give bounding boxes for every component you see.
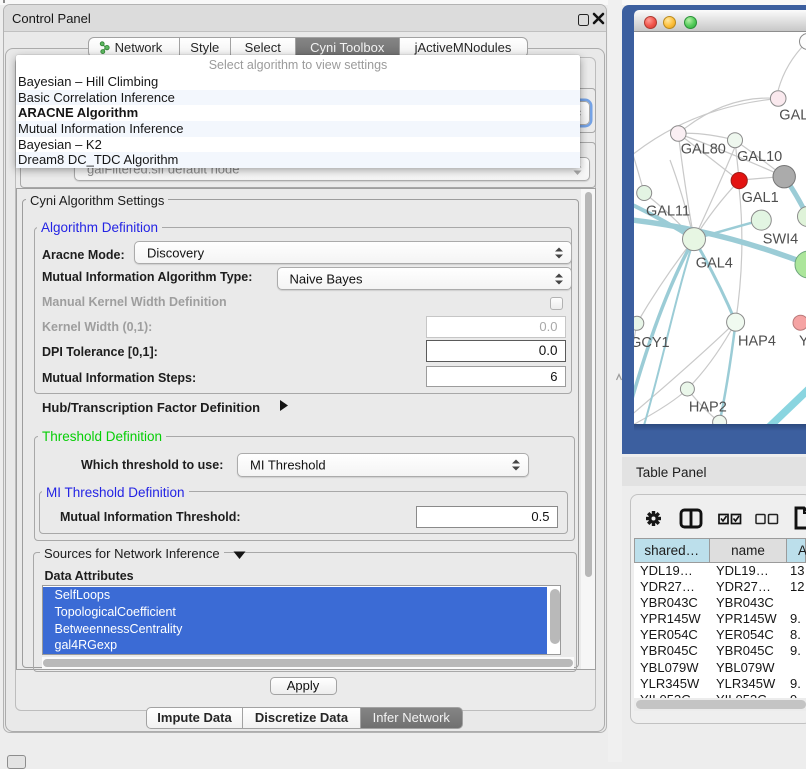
svg-text:GAL80: GAL80 bbox=[680, 141, 725, 157]
svg-text:GAL4: GAL4 bbox=[695, 255, 732, 271]
svg-text:HAP2: HAP2 bbox=[688, 399, 726, 415]
svg-text:GAL1: GAL1 bbox=[741, 190, 778, 206]
svg-text:YDR: YDR bbox=[799, 333, 806, 349]
svg-text:GAL10: GAL10 bbox=[737, 149, 782, 165]
svg-text:SWI4: SWI4 bbox=[762, 231, 797, 247]
svg-text:HAP4: HAP4 bbox=[738, 333, 776, 349]
svg-text:GCY1: GCY1 bbox=[634, 334, 670, 350]
svg-text:GAL7: GAL7 bbox=[779, 107, 806, 123]
svg-text:GAL11: GAL11 bbox=[646, 203, 690, 219]
